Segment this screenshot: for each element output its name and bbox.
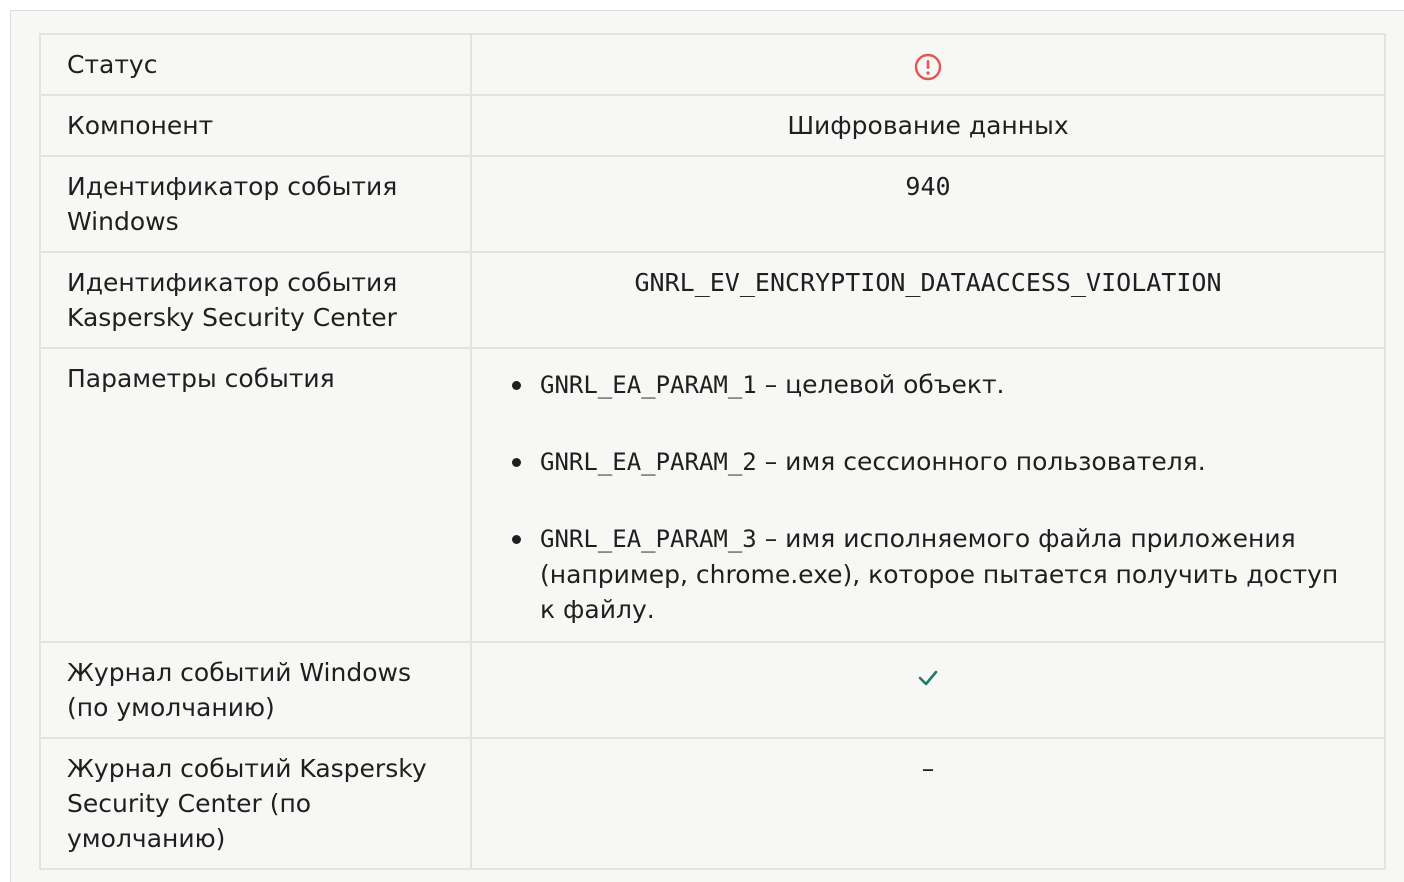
event-params-list: GNRL_EA_PARAM_1 – целевой объект. GNRL_E… bbox=[498, 367, 1358, 627]
table-row-ksc-event-id: Идентификатор события Kaspersky Security… bbox=[39, 251, 1386, 349]
table-row-component: Компонент Шифрование данных bbox=[39, 94, 1386, 157]
row-label: Компонент bbox=[39, 94, 472, 157]
table-row-windows-log: Журнал событий Windows (по умолчанию) bbox=[39, 641, 1386, 739]
param-code: GNRL_EA_PARAM_3 bbox=[540, 525, 757, 553]
row-label: Идентификатор события Windows bbox=[39, 155, 472, 253]
ksc-log-value: – bbox=[470, 737, 1386, 870]
table-row-windows-event-id: Идентификатор события Windows 940 bbox=[39, 155, 1386, 253]
param-code: GNRL_EA_PARAM_1 bbox=[540, 371, 757, 399]
param-description: – целевой объект. bbox=[756, 370, 1005, 399]
content-panel: Статус Компонент Шифрование данных Идент… bbox=[10, 10, 1404, 882]
windows-log-cell bbox=[470, 641, 1386, 739]
row-label: Идентификатор события Kaspersky Security… bbox=[39, 251, 472, 349]
component-value: Шифрование данных bbox=[470, 94, 1386, 157]
table-row-status: Статус bbox=[39, 33, 1386, 96]
row-label: Статус bbox=[39, 33, 472, 96]
row-label: Параметры события bbox=[39, 347, 472, 643]
row-label: Журнал событий Kaspersky Security Center… bbox=[39, 737, 472, 870]
list-item: GNRL_EA_PARAM_3 – имя исполняемого файла… bbox=[512, 521, 1358, 627]
event-properties-table: Статус Компонент Шифрование данных Идент… bbox=[39, 33, 1386, 870]
table-row-ksc-log: Журнал событий Kaspersky Security Center… bbox=[39, 737, 1386, 870]
windows-event-id-value: 940 bbox=[470, 155, 1386, 253]
check-icon bbox=[918, 670, 938, 686]
event-params-cell: GNRL_EA_PARAM_1 – целевой объект. GNRL_E… bbox=[470, 347, 1386, 643]
error-icon bbox=[914, 53, 942, 81]
ksc-event-id-value: GNRL_EV_ENCRYPTION_DATAACCESS_VIOLATION bbox=[470, 251, 1386, 349]
param-code: GNRL_EA_PARAM_2 bbox=[540, 448, 757, 476]
table-row-event-params: Параметры события GNRL_EA_PARAM_1 – целе… bbox=[39, 347, 1386, 643]
status-cell bbox=[470, 33, 1386, 96]
param-description: – имя сессионного пользователя. bbox=[756, 447, 1206, 476]
list-item: GNRL_EA_PARAM_2 – имя сессионного пользо… bbox=[512, 444, 1358, 480]
list-item: GNRL_EA_PARAM_1 – целевой объект. bbox=[512, 367, 1358, 403]
row-label: Журнал событий Windows (по умолчанию) bbox=[39, 641, 472, 739]
